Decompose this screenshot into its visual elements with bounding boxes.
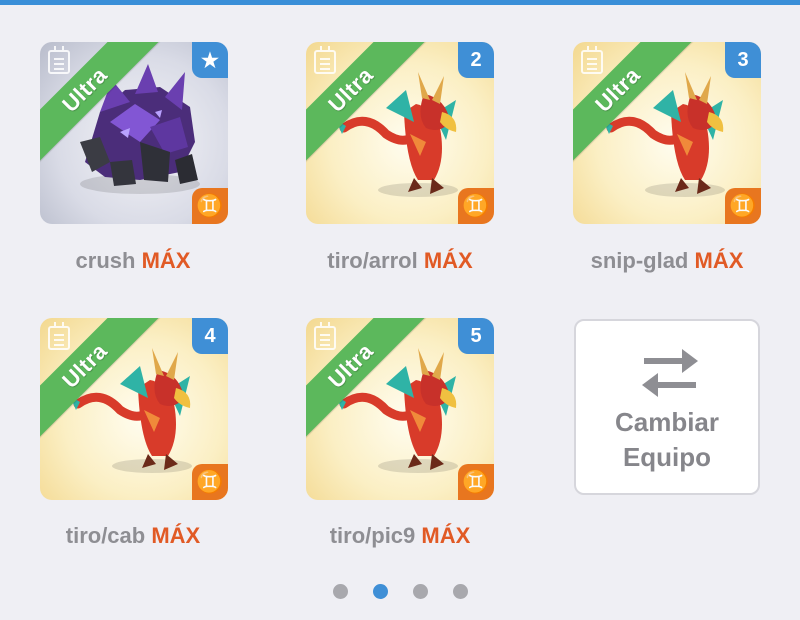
- dragon-portrait[interactable]: Ultra 3 ♊: [573, 42, 761, 224]
- level-max-label: MÁX: [421, 523, 471, 548]
- level-max-label: MÁX: [141, 248, 191, 273]
- dragon-card-3[interactable]: Ultra 3 ♊: [573, 42, 761, 224]
- dragon-name-text: crush: [75, 248, 136, 273]
- slot-number-badge: 3: [725, 42, 761, 78]
- slot-number: 3: [737, 48, 749, 71]
- notes-icon[interactable]: [581, 46, 603, 74]
- dragon-name-1: crush MÁX: [3, 248, 263, 274]
- dragon-card-4[interactable]: Ultra 4 ♊: [40, 318, 228, 500]
- slot-number-badge: 4: [192, 318, 228, 354]
- slot-number: 5: [470, 324, 482, 347]
- page-indicator: [0, 584, 800, 600]
- element-glyph: ♊: [462, 193, 490, 218]
- dragon-card-1[interactable]: Ultra ★ ♊: [40, 42, 228, 224]
- dragon-portrait[interactable]: Ultra 5 ♊: [306, 318, 494, 500]
- slot-number-badge: 5: [458, 318, 494, 354]
- dragon-card-2[interactable]: Ultra 2 ♊: [306, 42, 494, 224]
- gemini-symbol-icon: ♊: [458, 464, 494, 500]
- star-badge: ★: [192, 42, 228, 78]
- notes-icon[interactable]: [48, 322, 70, 350]
- notes-icon[interactable]: [48, 46, 70, 74]
- element-glyph: ♊: [196, 193, 224, 218]
- change-team-button[interactable]: Cambiar Equipo: [574, 319, 760, 495]
- gemini-symbol-icon: ♊: [192, 464, 228, 500]
- swap-arrows-icon: [642, 349, 698, 397]
- element-glyph: ♊: [729, 193, 757, 218]
- dragon-portrait[interactable]: Ultra 4 ♊: [40, 318, 228, 500]
- dragon-name-text: snip-glad: [590, 248, 689, 273]
- dragon-name-text: tiro/pic9: [329, 523, 416, 548]
- gemini-symbol-icon: ♊: [725, 188, 761, 224]
- dragon-name-text: tiro/cab: [65, 523, 146, 548]
- element-glyph: ♊: [462, 469, 490, 494]
- dragon-card-5[interactable]: Ultra 5 ♊: [306, 318, 494, 500]
- notes-icon[interactable]: [314, 46, 336, 74]
- slot-number: 2: [470, 48, 482, 71]
- change-team-line1: Cambiar: [614, 407, 720, 437]
- change-team-label: Cambiar Equipo: [576, 405, 758, 475]
- page-dot-3[interactable]: [413, 584, 428, 599]
- change-team-line2: Equipo: [622, 442, 712, 472]
- dragon-portrait[interactable]: Ultra 2 ♊: [306, 42, 494, 224]
- element-glyph: ♊: [196, 469, 224, 494]
- level-max-label: MÁX: [694, 248, 744, 273]
- dragon-portrait[interactable]: Ultra ★ ♊: [40, 42, 228, 224]
- star-icon: ★: [201, 49, 219, 72]
- gemini-symbol-icon: ♊: [192, 188, 228, 224]
- gemini-symbol-icon: ♊: [458, 188, 494, 224]
- dragon-name-4: tiro/cab MÁX: [3, 523, 263, 549]
- slot-number: 4: [204, 324, 216, 347]
- dragon-name-3: snip-glad MÁX: [537, 248, 797, 274]
- notes-icon[interactable]: [314, 322, 336, 350]
- top-accent-bar: [0, 0, 800, 5]
- page-dot-4[interactable]: [453, 584, 468, 599]
- page-dot-2-active[interactable]: [373, 584, 388, 599]
- dragon-name-2: tiro/arrol MÁX: [270, 248, 530, 274]
- page-dot-1[interactable]: [333, 584, 348, 599]
- dragon-name-5: tiro/pic9 MÁX: [270, 523, 530, 549]
- slot-number-badge: 2: [458, 42, 494, 78]
- dragon-name-text: tiro/arrol: [327, 248, 418, 273]
- level-max-label: MÁX: [151, 523, 201, 548]
- level-max-label: MÁX: [423, 248, 473, 273]
